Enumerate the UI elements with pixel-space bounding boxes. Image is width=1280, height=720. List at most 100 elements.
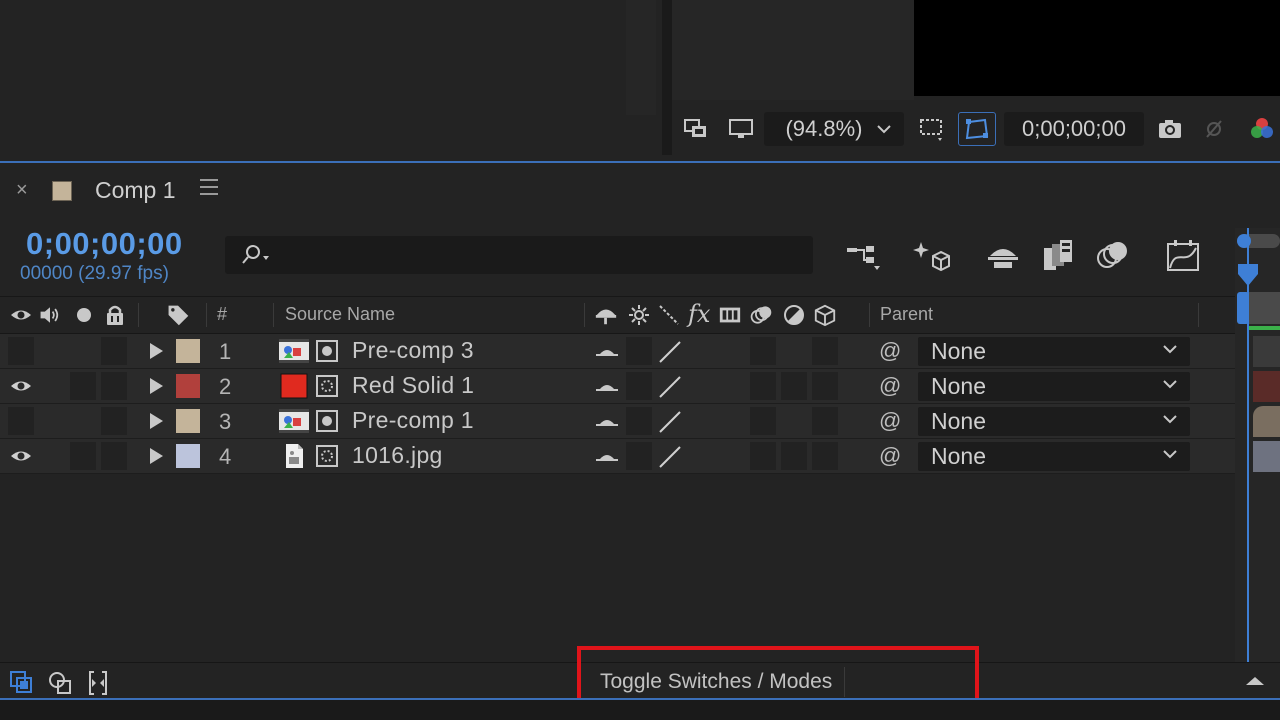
shy-switch-icon[interactable] xyxy=(594,447,620,467)
layer-row[interactable]: 3 Pre-comp 1 @ None xyxy=(0,404,1235,439)
motion-blur-switch[interactable] xyxy=(750,407,776,435)
channels-icon[interactable] xyxy=(1244,112,1280,146)
3d-layer-icon[interactable] xyxy=(813,303,837,327)
transparency-grid-icon[interactable] xyxy=(958,112,996,146)
layer-name[interactable]: Pre-comp 3 xyxy=(352,337,474,364)
viewer-timecode-field[interactable]: 0;00;00;00 xyxy=(1004,112,1144,146)
pick-whip-icon[interactable]: @ xyxy=(879,408,901,434)
current-time-display[interactable]: 0;00;00;00 xyxy=(26,226,183,262)
parent-dropdown[interactable]: None xyxy=(918,337,1190,366)
always-preview-icon[interactable] xyxy=(680,112,714,146)
layer-label-color[interactable] xyxy=(176,409,200,433)
lock-toggle[interactable] xyxy=(101,407,127,435)
layer-search-input[interactable] xyxy=(225,236,813,274)
parent-dropdown[interactable]: None xyxy=(918,372,1190,401)
layer-label-color[interactable] xyxy=(176,339,200,363)
column-separator[interactable] xyxy=(138,303,139,327)
shy-icon[interactable] xyxy=(594,303,618,327)
playhead-icon[interactable] xyxy=(1236,262,1260,288)
parent-header[interactable]: Parent xyxy=(880,304,933,325)
in-out-pane-icon[interactable] xyxy=(84,669,112,697)
lock-icon[interactable] xyxy=(103,303,127,327)
source-name-header[interactable]: Source Name xyxy=(285,304,395,325)
layer-row[interactable]: 4 1016.jpg @ None xyxy=(0,439,1235,474)
close-icon[interactable]: × xyxy=(16,179,28,202)
frame-blend-column-icon[interactable] xyxy=(718,303,742,327)
3d-layer-switch[interactable] xyxy=(812,372,838,400)
quality-switch-icon[interactable] xyxy=(656,373,684,401)
3d-layer-switch[interactable] xyxy=(812,337,838,365)
motion-blur-icon[interactable] xyxy=(1092,236,1132,276)
solo-dot-icon[interactable] xyxy=(73,303,97,327)
parent-dropdown[interactable]: None xyxy=(918,442,1190,471)
audio-speaker-icon[interactable] xyxy=(38,303,62,327)
motion-blur-switch[interactable] xyxy=(750,372,776,400)
3d-layer-switch[interactable] xyxy=(812,442,838,470)
composition-flowchart-icon[interactable] xyxy=(843,236,883,276)
pick-whip-icon[interactable]: @ xyxy=(879,373,901,399)
collapse-switch[interactable] xyxy=(626,442,652,470)
parent-dropdown[interactable]: None xyxy=(918,407,1190,436)
shy-switch-icon[interactable] xyxy=(594,377,620,397)
monitor-icon[interactable] xyxy=(724,112,758,146)
quality-switch-icon[interactable] xyxy=(656,408,684,436)
collapse-transform-icon[interactable] xyxy=(627,303,651,327)
column-separator[interactable] xyxy=(869,303,870,327)
lock-toggle[interactable] xyxy=(101,442,127,470)
track-matte-icon[interactable] xyxy=(315,409,339,433)
layer-bar[interactable] xyxy=(1253,336,1280,367)
transfer-controls-pane-icon[interactable] xyxy=(46,669,74,697)
quality-switch-icon[interactable] xyxy=(656,443,684,471)
adjustment-switch[interactable] xyxy=(781,372,807,400)
eye-icon[interactable] xyxy=(9,376,33,396)
magnification-dropdown[interactable]: (94.8%) xyxy=(764,112,904,146)
timeline-track-area[interactable] xyxy=(1235,228,1280,668)
track-matte-icon[interactable] xyxy=(315,339,339,363)
graph-editor-icon[interactable] xyxy=(1163,236,1203,276)
collapse-switch[interactable] xyxy=(626,407,652,435)
panel-divider[interactable] xyxy=(662,0,672,155)
motion-blur-column-icon[interactable] xyxy=(749,303,773,327)
twirl-expand-icon[interactable] xyxy=(150,378,163,394)
viewer-canvas[interactable] xyxy=(914,0,1280,96)
layer-name[interactable]: 1016.jpg xyxy=(352,442,443,469)
show-snapshot-icon[interactable] xyxy=(1196,112,1232,146)
effects-fx-icon[interactable]: fx xyxy=(688,300,710,328)
layer-bar[interactable] xyxy=(1253,441,1280,472)
layer-bar[interactable] xyxy=(1253,371,1280,402)
layer-label-color[interactable] xyxy=(176,374,200,398)
column-separator[interactable] xyxy=(206,303,207,327)
layer-number-header[interactable]: # xyxy=(217,304,227,325)
project-panel-scrollbar[interactable] xyxy=(626,0,656,115)
twirl-expand-icon[interactable] xyxy=(150,448,163,464)
comp-tab-title[interactable]: Comp 1 xyxy=(95,177,176,204)
adjustment-layer-icon[interactable] xyxy=(782,303,806,327)
layer-row[interactable]: 2 Red Solid 1 @ None xyxy=(0,369,1235,404)
camera-icon[interactable] xyxy=(1152,112,1188,146)
lock-toggle[interactable] xyxy=(101,337,127,365)
draft-3d-icon[interactable] xyxy=(912,236,952,276)
playhead-line[interactable] xyxy=(1247,228,1249,668)
quality-switch-icon[interactable] xyxy=(656,338,684,366)
layer-name[interactable]: Red Solid 1 xyxy=(352,372,474,399)
adjustment-switch[interactable] xyxy=(781,442,807,470)
eye-icon[interactable] xyxy=(9,446,33,466)
video-toggle[interactable] xyxy=(8,337,34,365)
lock-toggle[interactable] xyxy=(101,372,127,400)
solo-toggle[interactable] xyxy=(70,442,96,470)
motion-blur-switch[interactable] xyxy=(750,442,776,470)
twirl-expand-icon[interactable] xyxy=(150,343,163,359)
layer-name[interactable]: Pre-comp 1 xyxy=(352,407,474,434)
region-of-interest-icon[interactable] xyxy=(914,112,948,146)
frame-blending-icon[interactable] xyxy=(1037,236,1077,276)
collapse-switch[interactable] xyxy=(626,337,652,365)
video-toggle[interactable] xyxy=(8,407,34,435)
layer-label-color[interactable] xyxy=(176,444,200,468)
column-separator[interactable] xyxy=(273,303,274,327)
shy-switch-icon[interactable] xyxy=(594,412,620,432)
eye-icon[interactable] xyxy=(9,303,33,327)
twirl-expand-icon[interactable] xyxy=(150,413,163,429)
collapse-switch[interactable] xyxy=(626,372,652,400)
track-matte-icon[interactable] xyxy=(315,374,339,398)
quality-icon[interactable] xyxy=(657,303,681,327)
